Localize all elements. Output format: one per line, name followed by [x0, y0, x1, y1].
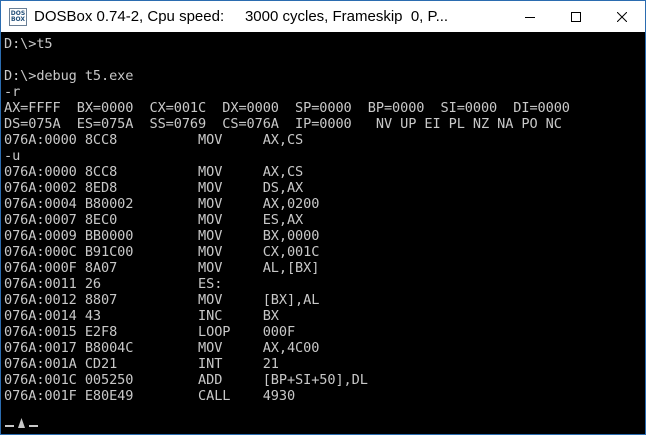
close-button[interactable]	[599, 1, 645, 32]
maximize-button[interactable]	[553, 1, 599, 32]
window-controls	[507, 1, 645, 32]
dosbox-window: DOS BOX DOSBox 0.74-2, Cpu speed: 3000 c…	[0, 0, 646, 435]
dos-console[interactable]: D:\>t5 D:\>debug t5.exe -r AX=FFFF BX=00…	[1, 32, 645, 434]
maximize-icon	[571, 11, 581, 22]
title-bar[interactable]: DOS BOX DOSBox 0.74-2, Cpu speed: 3000 c…	[1, 1, 645, 32]
dosbox-app-icon[interactable]: DOS BOX	[9, 7, 27, 26]
mouse-pointer-icon	[18, 418, 25, 428]
close-icon	[617, 11, 627, 22]
app-icon-text-bottom: BOX	[10, 15, 26, 23]
prompt-line	[5, 416, 38, 428]
minimize-button[interactable]	[507, 1, 553, 32]
text-cursor	[29, 425, 38, 427]
debug-prompt-dash	[5, 425, 14, 427]
console-output: D:\>t5 D:\>debug t5.exe -r AX=FFFF BX=00…	[4, 36, 570, 404]
window-title: DOSBox 0.74-2, Cpu speed: 3000 cycles, F…	[34, 8, 449, 25]
minimize-icon	[525, 16, 535, 18]
